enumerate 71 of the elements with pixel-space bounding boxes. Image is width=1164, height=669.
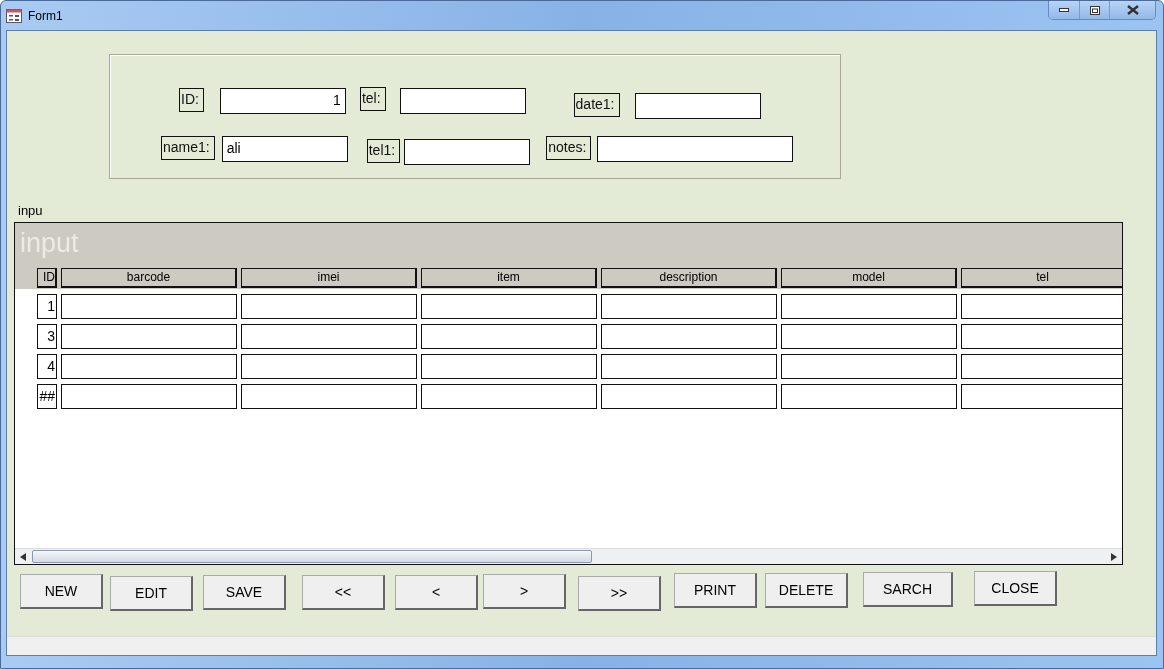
table-cell[interactable] — [781, 354, 957, 379]
field-label: date1: — [573, 93, 620, 117]
field-label: name1: — [161, 136, 215, 160]
input-field[interactable] — [399, 88, 526, 114]
table-cell[interactable] — [241, 294, 417, 319]
form-button[interactable]: >> — [578, 576, 661, 611]
input-field[interactable] — [404, 139, 531, 165]
form-icon — [6, 8, 22, 23]
form-button[interactable]: PRINT — [674, 573, 757, 608]
table-cell[interactable] — [421, 324, 597, 349]
column-header: ID — [37, 268, 57, 288]
table-cell: 3 — [37, 324, 57, 349]
form-button[interactable]: > — [483, 574, 566, 609]
column-header: tel — [961, 268, 1123, 288]
close-button[interactable] — [1109, 1, 1155, 19]
form-button[interactable]: < — [395, 575, 478, 610]
table-cell[interactable] — [421, 354, 597, 379]
field-label: tel: — [359, 87, 386, 111]
maximize-button[interactable] — [1079, 1, 1109, 19]
table-cell[interactable] — [61, 294, 237, 319]
column-header: description — [601, 268, 777, 288]
form-button[interactable]: DELETE — [765, 573, 848, 608]
horizontal-scrollbar[interactable] — [15, 548, 1122, 564]
column-header: barcode — [61, 268, 237, 288]
table-cell: 4 — [37, 354, 57, 379]
minimize-icon — [1059, 8, 1069, 12]
form-button[interactable]: SAVE — [203, 575, 286, 610]
table-cell[interactable] — [781, 294, 957, 319]
subform-label: inpu — [18, 203, 44, 218]
table-cell[interactable] — [241, 324, 417, 349]
table-cell[interactable] — [781, 324, 957, 349]
form-button[interactable]: EDIT — [110, 576, 193, 611]
table-cell[interactable] — [421, 384, 597, 409]
table-cell[interactable] — [961, 384, 1123, 409]
form-button[interactable]: << — [302, 575, 385, 610]
scroll-right-icon[interactable] — [1111, 552, 1117, 561]
table-cell[interactable] — [781, 384, 957, 409]
form-button[interactable]: NEW — [20, 574, 103, 609]
table-cell[interactable] — [61, 324, 237, 349]
table-cell[interactable] — [961, 324, 1123, 349]
table-cell: 1 — [37, 294, 57, 319]
table-cell[interactable] — [601, 354, 777, 379]
table-cell[interactable] — [961, 294, 1123, 319]
field-label: tel1: — [366, 139, 401, 163]
minimize-button[interactable] — [1049, 1, 1079, 19]
table-cell[interactable] — [241, 354, 417, 379]
input-field[interactable]: ali — [221, 136, 348, 162]
scroll-left-icon[interactable] — [20, 552, 26, 561]
column-header: model — [781, 268, 957, 288]
table-cell[interactable] — [61, 384, 237, 409]
field-label: notes: — [546, 136, 592, 160]
input-field[interactable] — [634, 93, 761, 119]
table-cell[interactable] — [421, 294, 597, 319]
table-cell[interactable] — [961, 354, 1123, 379]
column-header: imei — [241, 268, 417, 288]
input-field[interactable] — [597, 136, 794, 162]
close-icon — [1126, 5, 1139, 15]
field-label: ID: — [179, 88, 204, 112]
table-cell[interactable] — [61, 354, 237, 379]
form-button[interactable]: SARCH — [863, 572, 953, 607]
input-field[interactable]: 1 — [219, 88, 346, 114]
table-cell[interactable] — [601, 324, 777, 349]
window-title: Form1 — [28, 8, 63, 23]
table-cell[interactable] — [241, 384, 417, 409]
maximize-icon — [1089, 5, 1100, 15]
form-button[interactable]: CLOSE — [974, 571, 1057, 606]
table-cell: ## — [37, 384, 57, 409]
scrollbar-thumb[interactable] — [32, 550, 592, 563]
table-cell[interactable] — [601, 294, 777, 319]
column-header: item — [421, 268, 597, 288]
table-cell[interactable] — [601, 384, 777, 409]
